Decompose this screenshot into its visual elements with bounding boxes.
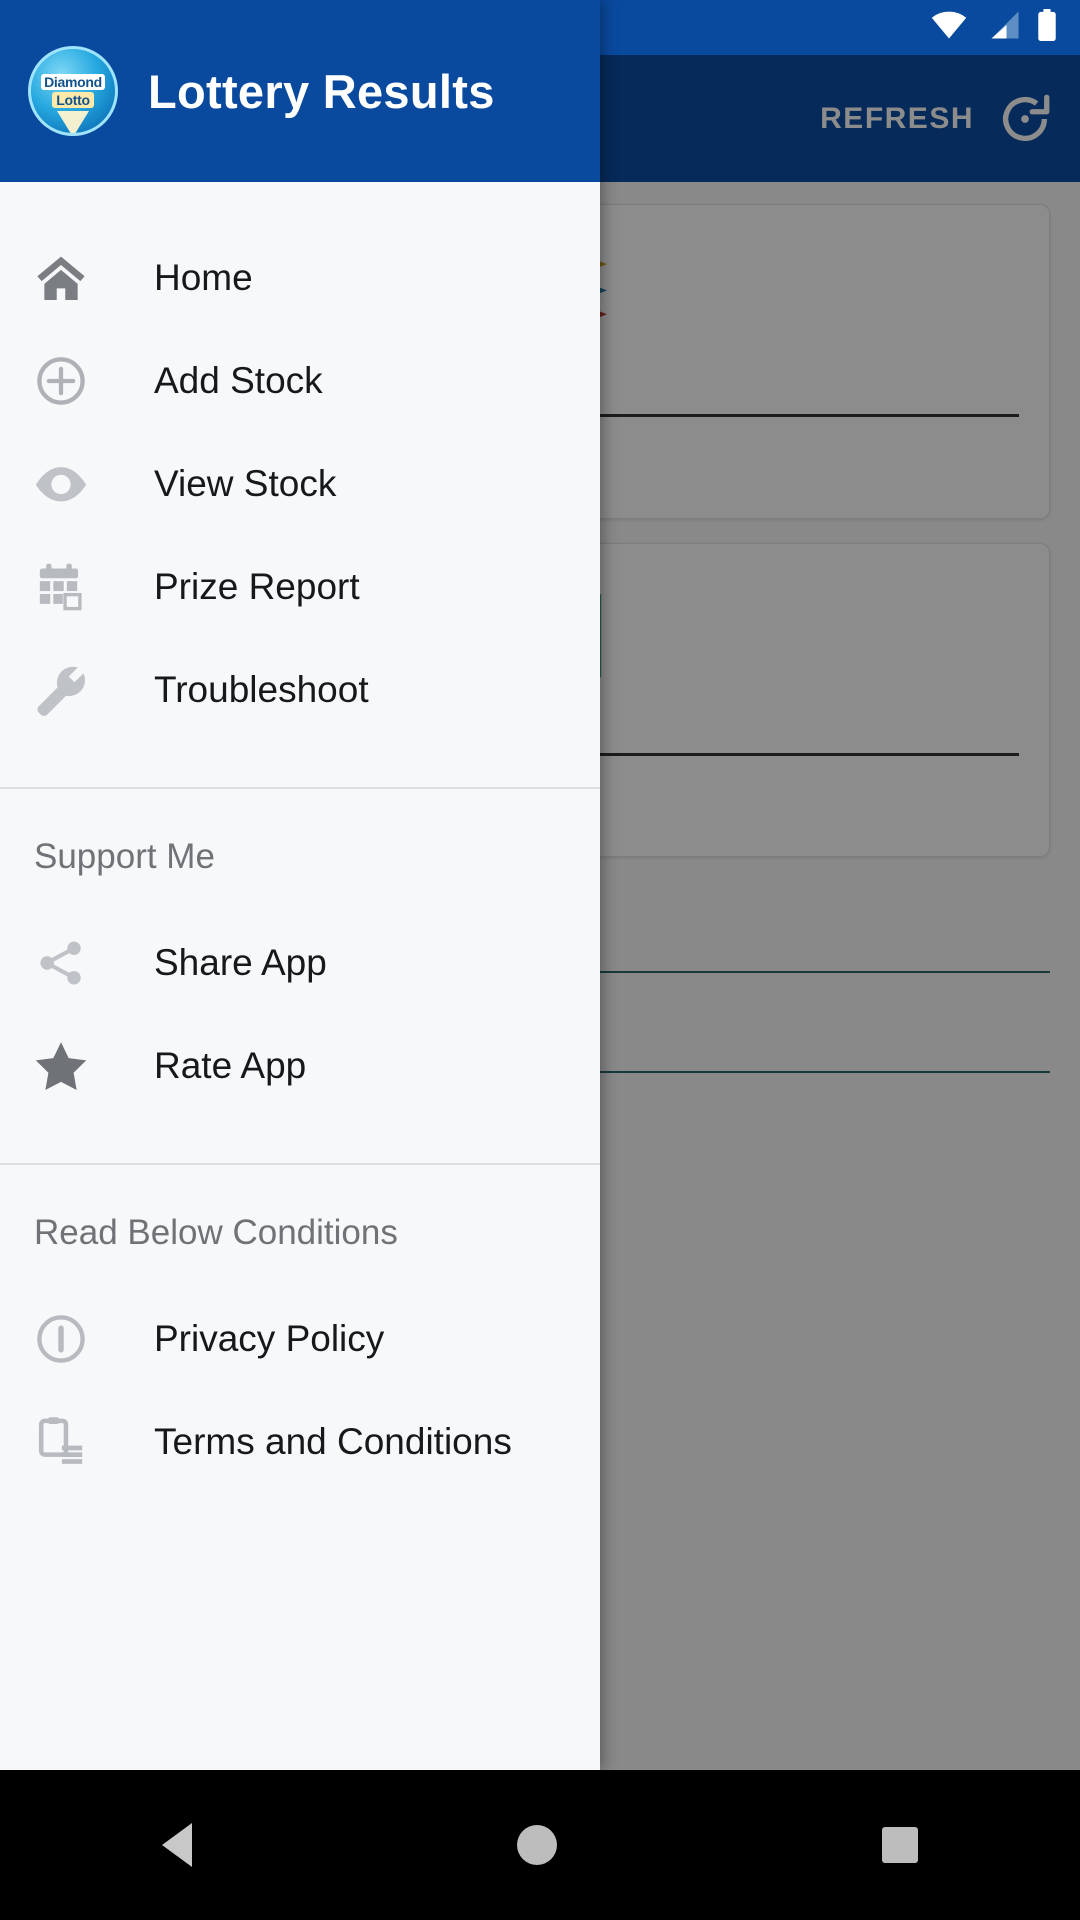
share-nodes-icon: [30, 932, 92, 994]
sidebar-item-view-stock[interactable]: View Stock: [0, 432, 600, 535]
phone-screen: REFRESH Diamond Lotto Lottery Results Ho…: [0, 0, 1080, 1920]
back-triangle-icon[interactable]: [162, 1823, 193, 1867]
sidebar-item-label: Rate App: [154, 1044, 307, 1086]
sidebar-item-rate-app[interactable]: Rate App: [0, 1014, 600, 1117]
status-bar-right: [930, 9, 1058, 46]
logo-line1: Diamond: [41, 73, 105, 90]
drawer-section-read-below-conditions: Read Below Conditions: [34, 1213, 398, 1252]
plus-circle-icon: [30, 350, 92, 412]
home-icon: [30, 247, 92, 309]
wrench-icon: [30, 659, 92, 721]
sidebar-item-add-stock[interactable]: Add Stock: [0, 329, 600, 432]
sidebar-item-label: View Stock: [154, 462, 337, 504]
sidebar-item-privacy-policy[interactable]: Privacy Policy: [0, 1287, 600, 1390]
sidebar-item-label: Share App: [154, 941, 327, 983]
star-icon: [30, 1035, 92, 1097]
drawer-header: Diamond Lotto Lottery Results: [0, 0, 600, 182]
sidebar-item-label: Troubleshoot: [154, 668, 369, 710]
sidebar-item-label: Add Stock: [154, 359, 323, 401]
sidebar-item-home[interactable]: Home: [0, 226, 600, 329]
logo-sparkle-icon: [57, 111, 89, 133]
cellular-signal-icon: [984, 10, 1020, 45]
sidebar-item-label: Terms and Conditions: [154, 1420, 512, 1462]
app-logo-icon: Diamond Lotto: [28, 46, 118, 136]
page-title: Lottery Results: [148, 64, 495, 118]
android-nav-bar: [0, 1770, 1080, 1920]
eye-icon: [30, 453, 92, 515]
drawer-section-support-me: Support Me: [34, 837, 215, 876]
navigation-drawer: Diamond Lotto Lottery Results Home Add S…: [0, 0, 600, 1770]
battery-icon: [1036, 9, 1058, 46]
clipboard-list-icon: [30, 1411, 92, 1473]
sidebar-item-troubleshoot[interactable]: Troubleshoot: [0, 638, 600, 741]
sidebar-item-share-app[interactable]: Share App: [0, 911, 600, 1014]
drawer-menu: Home Add Stock View Stock Prize Report T…: [0, 182, 600, 1770]
sidebar-item-label: Prize Report: [154, 565, 360, 607]
sidebar-item-label: Home: [154, 256, 253, 298]
wifi-icon: [930, 10, 968, 45]
sidebar-item-label: Privacy Policy: [154, 1317, 385, 1359]
sidebar-item-terms-and-conditions[interactable]: Terms and Conditions: [0, 1390, 600, 1493]
calendar-grid-icon: [30, 556, 92, 618]
recents-square-icon[interactable]: [881, 1827, 918, 1863]
logo-line2: Lotto: [52, 92, 94, 109]
info-circle-icon: [30, 1308, 92, 1370]
sidebar-item-prize-report[interactable]: Prize Report: [0, 535, 600, 638]
home-circle-icon[interactable]: [516, 1825, 557, 1865]
